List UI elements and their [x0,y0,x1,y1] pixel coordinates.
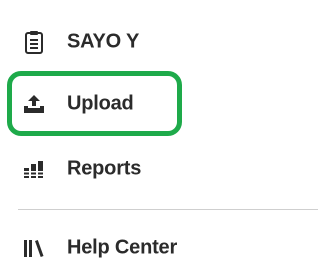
menu-item-label: Reports [67,157,142,180]
upload-tray-icon [21,91,47,117]
library-icon [21,235,47,261]
navigation-menu: SAYO Y Upload Reports Help Center [0,0,325,266]
menu-item-help-center[interactable]: Help Center [0,228,220,266]
bar-chart-icon [21,156,47,182]
menu-item-upload[interactable]: Upload [0,84,200,124]
menu-item-label: Help Center [67,236,178,259]
menu-item-sayo[interactable]: SAYO Y [0,22,200,62]
menu-item-label: Upload [67,92,134,115]
clipboard-icon [21,29,47,55]
menu-item-label: SAYO Y [67,30,140,53]
menu-divider [18,209,318,210]
menu-item-reports[interactable]: Reports [0,149,200,189]
